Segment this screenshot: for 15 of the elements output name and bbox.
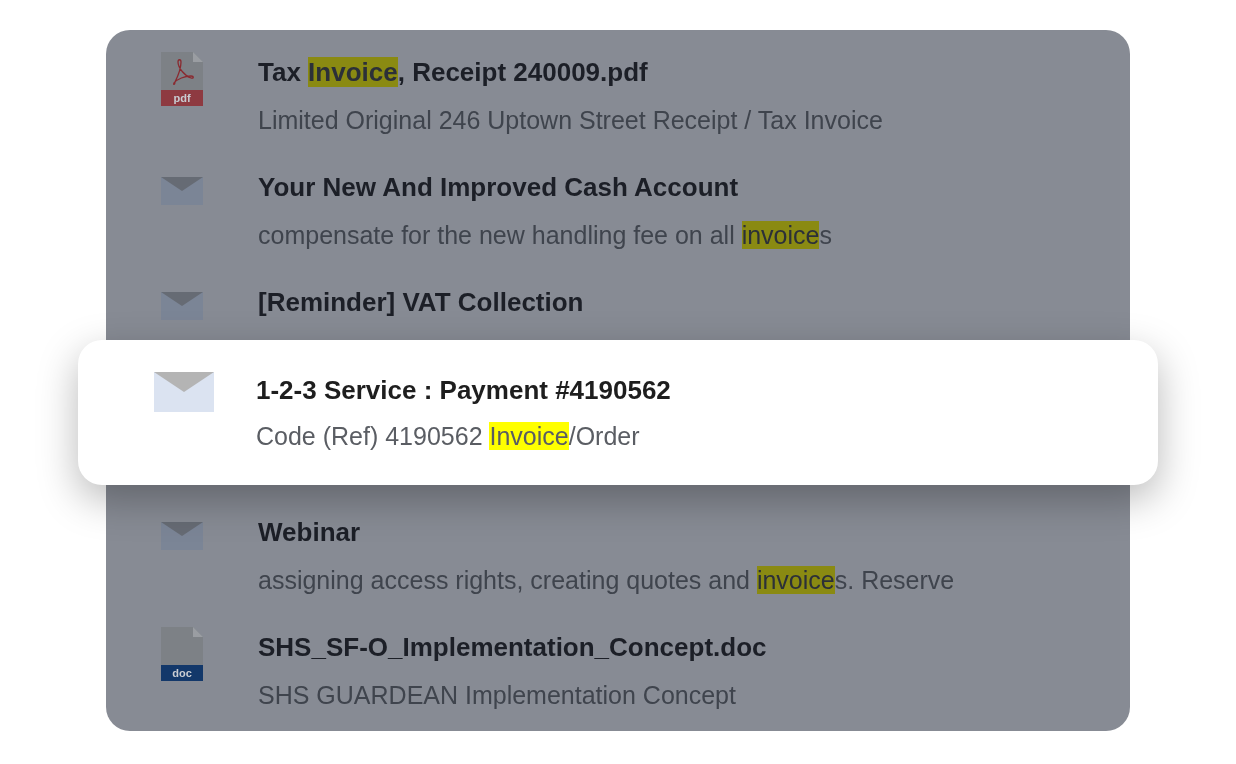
result-snippet: compensate for the new handling fee on all invoices: [258, 220, 832, 251]
result-title: [Reminder] VAT Collection: [258, 286, 584, 319]
result-title: Your New And Improved Cash Account: [258, 171, 740, 204]
result-snippet: SHS GUARDEAN Implementation Concept: [258, 680, 737, 711]
envelope-icon: [161, 522, 203, 550]
result-snippet: Code (Ref) 4190562 Invoice/Order: [256, 421, 641, 452]
result-title: 1-2-3 Service : Payment #4190562: [256, 374, 671, 407]
result-snippet: Limited Original 246 Uptown Street Receipt / Tax Invoice: [258, 105, 883, 136]
envelope-icon: [161, 292, 203, 320]
selected-result-card[interactable]: 1-2-3 Service : Payment #4190562 Code (Ref) 4190562 Invoice/Order: [78, 340, 1158, 485]
result-snippet: assigning access rights, creating quotes and invoices. Reserve: [258, 565, 955, 596]
envelope-icon: [161, 177, 203, 205]
result-title: Tax Invoice, Receipt 240009.pdf: [258, 56, 649, 89]
result-title: Webinar: [258, 516, 362, 549]
result-title: SHS_SF-O_Implementation_Concept.doc: [258, 631, 767, 664]
